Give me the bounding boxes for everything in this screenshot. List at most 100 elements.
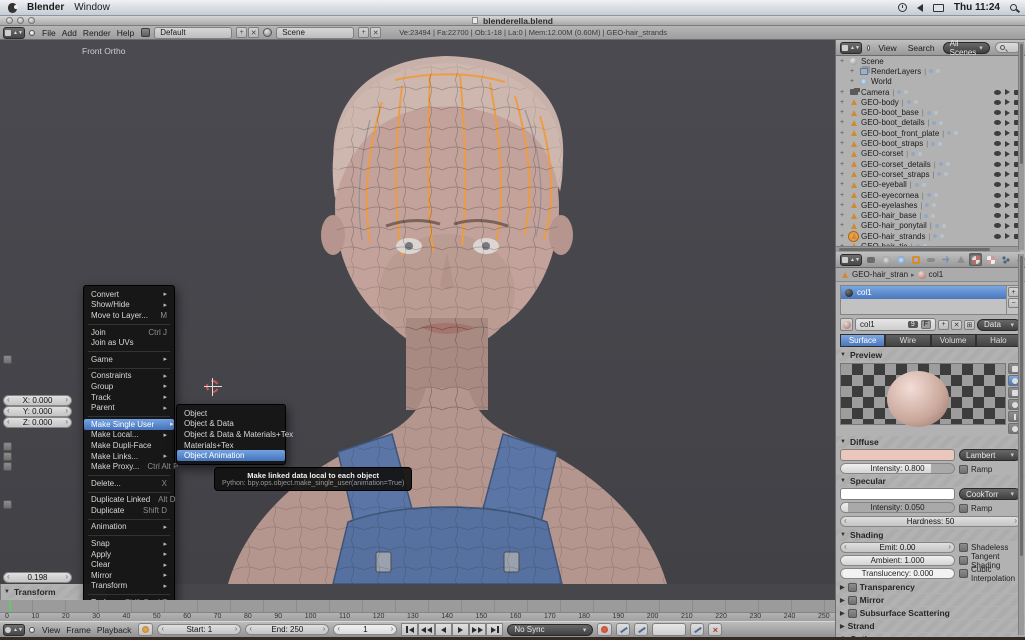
expand-icon[interactable]: + bbox=[840, 161, 846, 168]
menu-item[interactable]: Join as UVs ▸ bbox=[84, 337, 174, 348]
selectability-icon[interactable] bbox=[1005, 110, 1010, 116]
shading-panel-title[interactable]: Shading bbox=[836, 529, 1025, 541]
collapsed-panel-header[interactable]: Mirror bbox=[836, 594, 1025, 606]
outliner-row[interactable]: + GEO-hair_strands bbox=[836, 231, 1025, 241]
timeline-ruler[interactable]: 0102030405060708090100110120130140150160… bbox=[0, 612, 835, 621]
submenu-item[interactable]: Materials+Tex bbox=[177, 440, 285, 451]
datablock-name[interactable]: RenderLayers bbox=[871, 67, 921, 76]
outliner-view-menu[interactable]: View bbox=[875, 43, 899, 53]
expand-icon[interactable]: + bbox=[850, 68, 856, 75]
zoom-button[interactable] bbox=[28, 17, 35, 24]
collapse-menus-icon[interactable] bbox=[29, 30, 35, 36]
menu-item[interactable]: Delete... X ▸ bbox=[84, 478, 174, 489]
app-menu[interactable]: Blender bbox=[27, 2, 64, 13]
window-menu[interactable]: Window bbox=[74, 2, 110, 13]
sync-dropdown[interactable]: No Sync bbox=[507, 624, 593, 636]
expand-icon[interactable]: + bbox=[840, 233, 846, 240]
outliner-row[interactable]: + GEO-boot_straps bbox=[836, 138, 1025, 148]
expand-icon[interactable]: + bbox=[840, 89, 846, 96]
jump-to-end-button[interactable] bbox=[486, 623, 503, 636]
selectability-icon[interactable] bbox=[1005, 192, 1010, 198]
outliner-display-dropdown[interactable]: All Scenes bbox=[943, 42, 990, 54]
visibility-icon[interactable] bbox=[994, 223, 1001, 228]
visibility-icon[interactable] bbox=[994, 141, 1001, 146]
selectability-icon[interactable] bbox=[1005, 182, 1010, 188]
menu-item[interactable]: Make Local... ▸ bbox=[84, 430, 174, 441]
datablock-name[interactable]: GEO-body bbox=[861, 98, 899, 107]
panel-enable-checkbox[interactable] bbox=[848, 609, 857, 618]
visibility-icon[interactable] bbox=[994, 203, 1001, 208]
visibility-icon[interactable] bbox=[994, 131, 1001, 136]
collapsed-panel-header[interactable]: Transparency bbox=[836, 581, 1025, 593]
expand-icon[interactable]: + bbox=[840, 150, 846, 157]
use-sketching-checkbox[interactable] bbox=[3, 355, 12, 364]
datablock-name[interactable]: GEO-eyeball bbox=[861, 180, 907, 189]
delete-scene-button[interactable]: ✕ bbox=[370, 27, 381, 38]
expand-icon[interactable]: + bbox=[840, 192, 846, 199]
object-tab-icon[interactable] bbox=[909, 253, 922, 266]
vector-field[interactable]: X: 0.000 bbox=[3, 395, 72, 406]
datablock-name[interactable]: GEO-boot_front_plate bbox=[861, 129, 939, 138]
diffuse-color-swatch[interactable] bbox=[840, 449, 955, 461]
datablock-name[interactable]: GEO-eyelashes bbox=[861, 201, 917, 210]
collapsed-panel-header[interactable]: Strand bbox=[836, 620, 1025, 632]
outliner-row[interactable]: + GEO-eyeball bbox=[836, 180, 1025, 190]
mirror-editing-checkbox[interactable] bbox=[3, 500, 12, 509]
nodes-button[interactable]: ⊞ bbox=[964, 320, 975, 330]
diffuse-panel-title[interactable]: Diffuse bbox=[836, 436, 1025, 448]
specular-shader-dropdown[interactable]: CookTorr bbox=[959, 488, 1021, 500]
info-menu-item[interactable]: Render bbox=[80, 28, 114, 38]
insert-keyframe-button[interactable] bbox=[690, 623, 704, 636]
outliner-row[interactable]: + GEO-boot_base bbox=[836, 107, 1025, 117]
vector-field[interactable]: Z: 0.000 bbox=[3, 417, 72, 428]
datablock-name[interactable]: GEO-corset bbox=[861, 149, 903, 158]
visibility-icon[interactable] bbox=[994, 162, 1001, 167]
material-slot[interactable]: col1 bbox=[841, 286, 1006, 299]
jump-prev-keyframe-button[interactable] bbox=[418, 623, 435, 636]
minimize-button[interactable] bbox=[17, 17, 24, 24]
object-data-tab-icon[interactable] bbox=[954, 253, 967, 266]
outliner-row[interactable]: + GEO-corset_straps bbox=[836, 169, 1025, 179]
datablock-name[interactable]: GEO-hair_strands bbox=[861, 232, 925, 241]
diffuse-ramp-checkbox[interactable] bbox=[959, 465, 968, 474]
use-preview-range-button[interactable] bbox=[138, 623, 153, 636]
axis-checkbox[interactable] bbox=[3, 462, 12, 471]
expand-icon[interactable]: + bbox=[840, 171, 846, 178]
close-button[interactable] bbox=[6, 17, 13, 24]
datablock-name[interactable]: Scene bbox=[861, 57, 884, 66]
diffuse-shader-dropdown[interactable]: Lambert bbox=[959, 449, 1021, 461]
datablock-name[interactable]: GEO-corset_straps bbox=[861, 170, 929, 179]
datablock-name[interactable]: GEO-hair_base bbox=[861, 211, 917, 220]
breadcrumb-material[interactable]: col1 bbox=[929, 270, 944, 279]
material-type-button[interactable]: Surface bbox=[840, 334, 885, 347]
menu-item[interactable]: Snap ▸ bbox=[84, 538, 174, 549]
expand-icon[interactable]: + bbox=[840, 109, 846, 116]
specular-ramp-checkbox[interactable] bbox=[959, 504, 968, 513]
window-controls[interactable] bbox=[6, 17, 35, 24]
submenu-item[interactable]: Object Animation bbox=[177, 450, 285, 461]
axis-checkbox[interactable] bbox=[3, 452, 12, 461]
menu-item[interactable]: Make Dupli-Face ▸ bbox=[84, 440, 174, 451]
proportional-size-field[interactable]: 0.198 bbox=[3, 572, 72, 583]
submenu-item[interactable]: Object & Data bbox=[177, 419, 285, 430]
outliner-row[interactable]: + GEO-body bbox=[836, 97, 1025, 107]
selectability-icon[interactable] bbox=[1005, 213, 1010, 219]
play-button[interactable] bbox=[452, 623, 469, 636]
scene-field[interactable]: Scene bbox=[276, 27, 354, 39]
emit-field[interactable]: Emit: 0.00 bbox=[840, 542, 955, 553]
play-reverse-button[interactable] bbox=[435, 623, 452, 636]
info-menu-item[interactable]: Help bbox=[114, 28, 137, 38]
link-dropdown[interactable]: Data bbox=[977, 319, 1021, 331]
visibility-icon[interactable] bbox=[994, 100, 1001, 105]
add-scene-button[interactable]: + bbox=[358, 27, 369, 38]
outliner-row[interactable]: + GEO-corset bbox=[836, 149, 1025, 159]
expand-icon[interactable]: + bbox=[840, 119, 846, 126]
outliner-row[interactable]: + Scene bbox=[836, 56, 1025, 66]
timeline-menu-item[interactable]: Playback bbox=[94, 625, 135, 635]
outliner-row[interactable]: + GEO-corset_details bbox=[836, 159, 1025, 169]
submenu-item[interactable]: Object & Data & Materials+Tex bbox=[177, 429, 285, 440]
visibility-icon[interactable] bbox=[994, 182, 1001, 187]
outliner-scrollbar[interactable] bbox=[1018, 42, 1024, 250]
menubar-clock[interactable]: Thu 11:24 bbox=[954, 2, 1000, 13]
new-material-button[interactable]: + bbox=[938, 320, 949, 330]
